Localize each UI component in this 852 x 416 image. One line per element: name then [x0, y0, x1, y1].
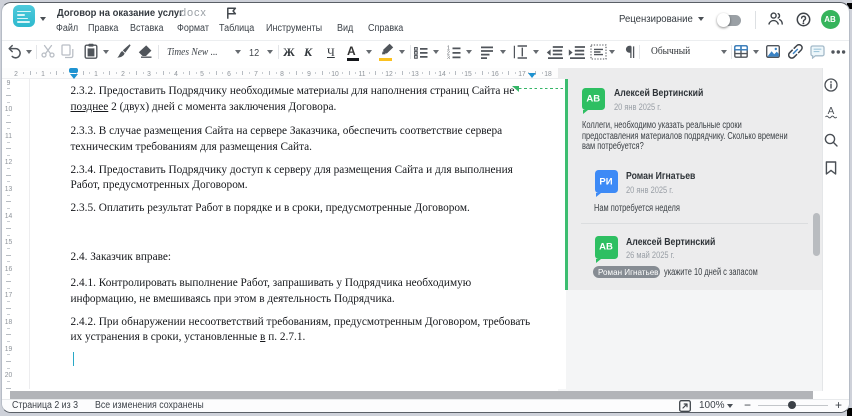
svg-text:А: А: [828, 106, 835, 117]
svg-text:3: 3: [447, 55, 450, 59]
